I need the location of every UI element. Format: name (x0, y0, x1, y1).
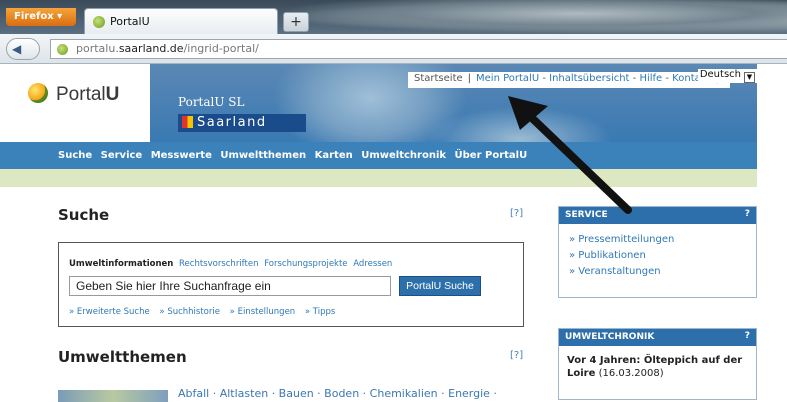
annotation-arrow-icon (508, 96, 632, 214)
